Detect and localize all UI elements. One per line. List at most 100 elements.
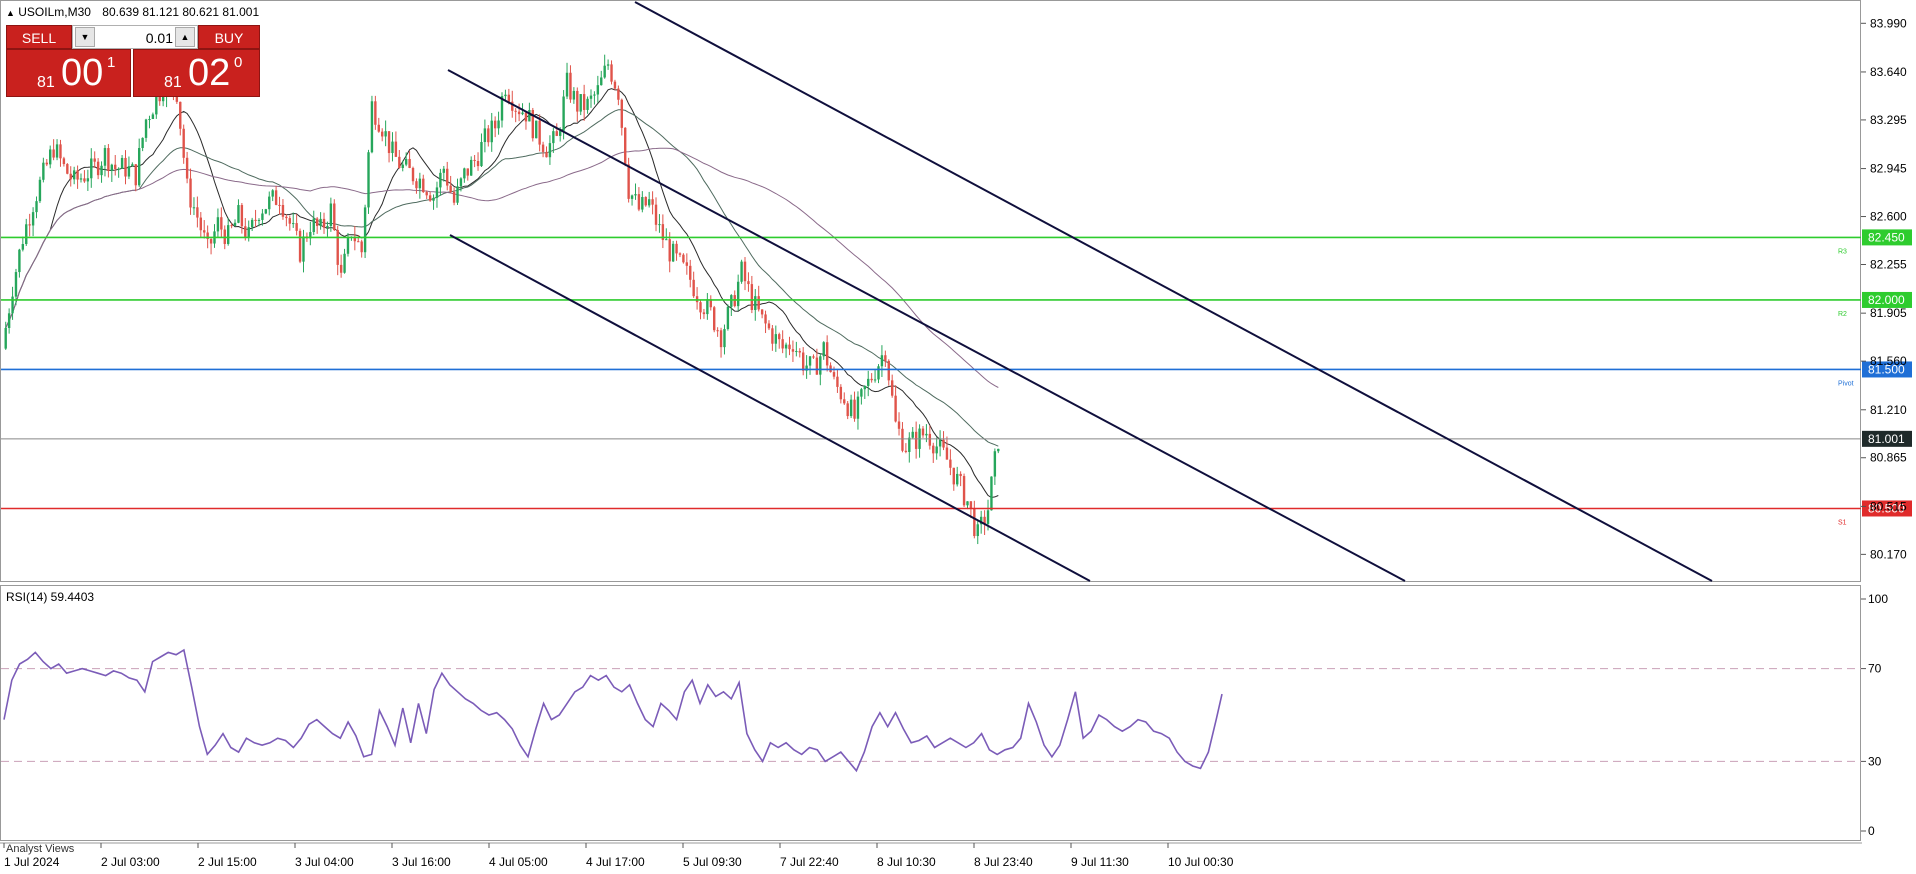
time-tick-label: 8 Jul 10:30 [877, 855, 936, 869]
candle-body [545, 151, 548, 158]
candle-body [209, 239, 213, 244]
candle-body [692, 279, 695, 297]
candle-body [155, 95, 158, 115]
candle-body [4, 327, 7, 349]
candle-body [610, 64, 613, 82]
candle-body [894, 395, 897, 422]
time-tick-label: 5 Jul 09:30 [683, 855, 742, 869]
candle-body [312, 218, 315, 233]
time-tick-label: 8 Jul 23:40 [974, 855, 1033, 869]
candle-body [959, 473, 962, 477]
candle-body [381, 131, 384, 137]
candle-body [261, 213, 264, 220]
candle-body [990, 476, 993, 511]
candle-body [507, 94, 511, 102]
candle-body [76, 170, 79, 180]
candle-body [760, 309, 764, 315]
candle-body [21, 244, 25, 250]
level-name-r3: R3 [1838, 248, 1847, 255]
candle-body [911, 431, 914, 438]
candle-body [230, 225, 233, 227]
candle-body [442, 168, 446, 173]
candle-body [726, 306, 730, 330]
candle-body [435, 187, 439, 198]
candle-body [665, 239, 668, 241]
candle-body [668, 239, 671, 262]
time-tick-label: 3 Jul 16:00 [392, 855, 451, 869]
buy-price-prefix: 81 [164, 74, 182, 91]
candle-body [562, 96, 565, 131]
price-tick-label: 83.640 [1870, 65, 1907, 79]
candle-body [867, 378, 870, 386]
candle-body [873, 379, 877, 381]
rsi-indicator-window[interactable]: 100 70 30 0 [0, 585, 1916, 842]
candle-body [702, 312, 706, 315]
candle-body [538, 120, 541, 145]
candle-body [288, 218, 291, 224]
candle-body [836, 376, 839, 387]
candle-body [28, 224, 31, 226]
candle-body [418, 178, 422, 189]
candle-body [114, 164, 117, 169]
candle-body [466, 168, 469, 176]
candle-body [377, 124, 380, 132]
candle-body [932, 445, 935, 454]
candle-body [233, 222, 237, 227]
candle-body [928, 433, 932, 446]
candle-body [151, 114, 155, 120]
candle-body [808, 356, 812, 366]
level-name-s1: S1 [1838, 519, 1847, 526]
candle-body [558, 130, 562, 136]
candle-body [781, 339, 784, 349]
candle-body [870, 378, 873, 381]
candle-body [750, 284, 754, 311]
candle-body [706, 299, 709, 315]
candle-body [452, 192, 456, 203]
candle-body [69, 173, 72, 180]
buy-button[interactable]: BUY [198, 25, 260, 49]
candle-body [798, 351, 801, 353]
candle-body [890, 380, 894, 396]
candle-body [997, 448, 1000, 452]
price-chart[interactable]: R382.450R282.000Pivot81.500S180.50081.00… [0, 0, 1916, 582]
sell-button[interactable]: SELL [6, 25, 72, 49]
candle-body [346, 236, 350, 254]
candle-body [274, 190, 278, 205]
price-tick-label: 81.210 [1870, 403, 1907, 417]
candle-body [285, 216, 288, 219]
candle-body [535, 120, 538, 139]
candle-body [179, 101, 182, 129]
candle-body [339, 264, 343, 273]
time-tick-label: 7 Jul 22:40 [780, 855, 839, 869]
symbol-label: USOILm,M30 [18, 5, 91, 19]
candle-body [603, 65, 606, 78]
level-tag-label: 82.450 [1868, 230, 1905, 244]
candle-body [343, 253, 346, 273]
lot-size-input[interactable] [97, 28, 175, 48]
rsi-label: RSI(14) 59.4403 [6, 590, 95, 604]
candle-body [469, 159, 473, 176]
candle-body [528, 109, 531, 122]
candle-body [192, 207, 196, 209]
buy-price-pip: 0 [234, 54, 243, 71]
candle-body [589, 95, 593, 99]
buy-price-quote[interactable]: 81 02 0 [133, 49, 260, 97]
candle-body [699, 302, 702, 313]
collapse-arrow-icon[interactable]: ▲ [6, 8, 15, 18]
candle-body [569, 72, 572, 100]
candle-body [956, 473, 959, 485]
candle-body [329, 203, 333, 226]
candle-body [740, 261, 743, 282]
level-tag-label: 82.000 [1868, 293, 1905, 307]
sell-price-quote[interactable]: 81 00 1 [6, 49, 131, 97]
candle-body [497, 120, 500, 129]
lot-decrease-icon[interactable]: ▼ [75, 27, 95, 47]
lot-increase-icon[interactable]: ▲ [175, 27, 195, 47]
candle-body [517, 111, 521, 115]
candle-body [860, 389, 863, 397]
rsi-tick-label: 70 [1868, 662, 1882, 676]
candle-body [716, 330, 719, 332]
candle-body [62, 158, 66, 165]
candle-body [428, 195, 432, 201]
candle-body [843, 399, 846, 404]
